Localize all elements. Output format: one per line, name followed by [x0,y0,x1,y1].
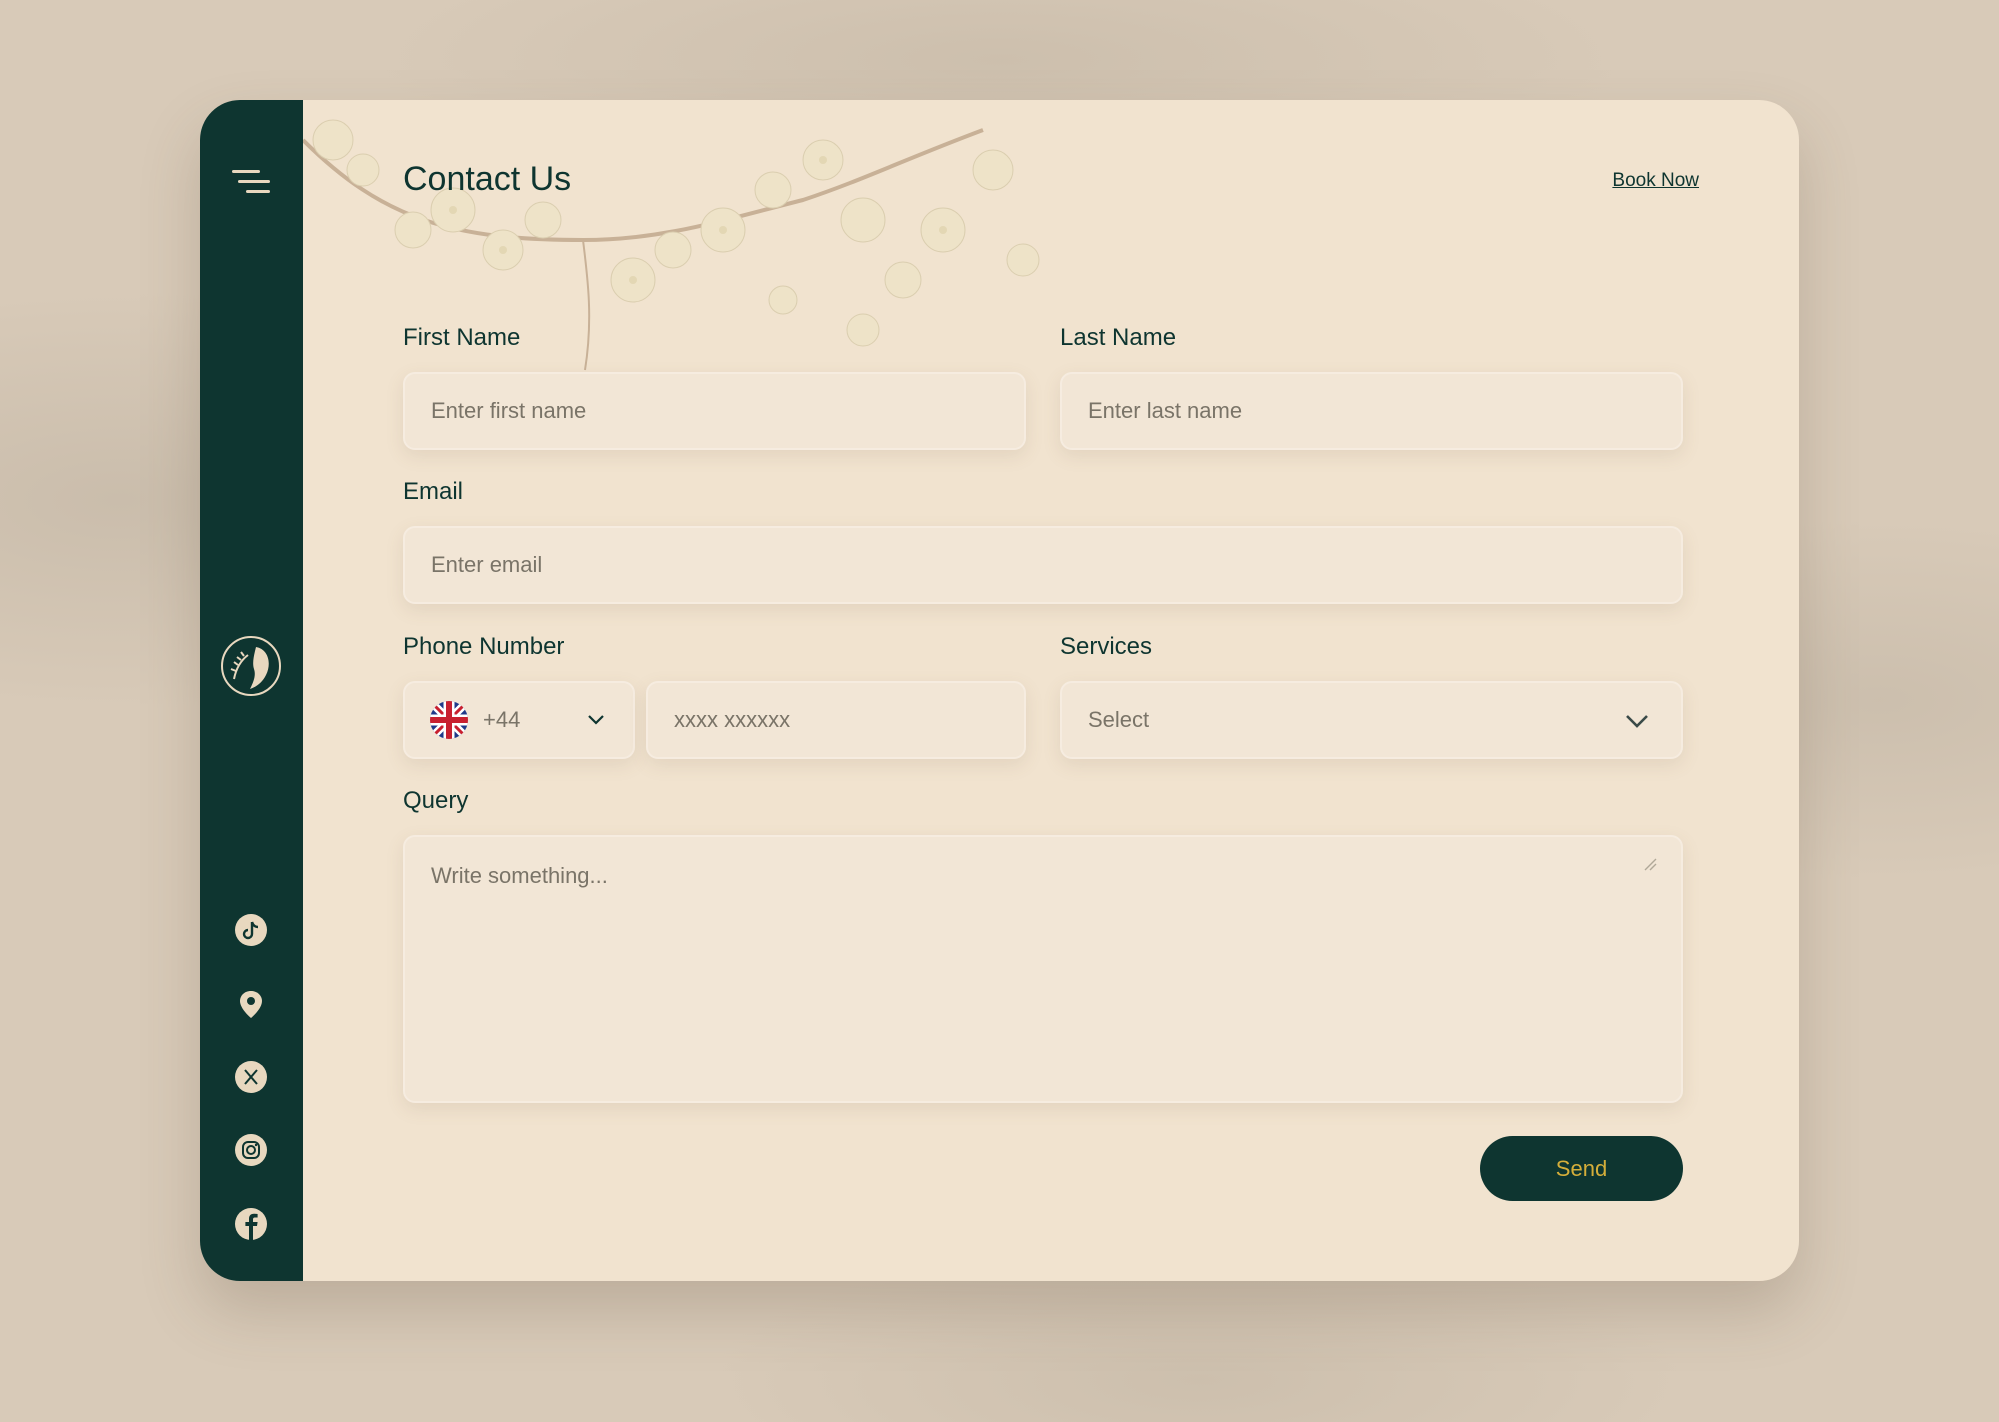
logo-icon [221,636,281,696]
query-placeholder: Write something... [431,863,608,888]
x-icon[interactable] [234,1060,268,1094]
chevron-down-icon [1626,715,1648,728]
last-name-placeholder: Enter last name [1088,398,1243,423]
location-icon[interactable] [234,987,268,1021]
email-placeholder: Enter email [431,552,543,577]
uk-flag-icon [430,701,468,739]
blossom-decoration [303,119,1040,371]
last-name-label: Last Name [1060,324,1177,351]
page-title: Contact Us [403,160,572,198]
last-name-field[interactable]: Enter last name [1060,372,1683,450]
services-selected: Select [1088,707,1150,732]
first-name-placeholder: Enter first name [431,398,587,423]
sidebar [200,100,303,1281]
email-label: Email [403,478,464,505]
phone-label: Phone Number [403,633,565,660]
phone-number-field[interactable]: xxxx xxxxxx [646,681,1026,759]
country-code-value: +44 [483,707,521,732]
services-select[interactable]: Select [1060,681,1683,759]
tiktok-icon[interactable] [234,913,268,947]
services-label: Services [1060,633,1153,660]
main-content: Contact Us Book Now First Name Enter fir… [303,100,1799,1281]
country-code-select[interactable]: +44 [403,681,635,759]
resize-handle-icon[interactable] [1641,855,1657,871]
email-field[interactable]: Enter email [403,526,1683,604]
instagram-icon[interactable] [234,1133,268,1167]
first-name-label: First Name [403,324,521,351]
send-button[interactable]: Send [1480,1136,1683,1201]
first-name-field[interactable]: Enter first name [403,372,1026,450]
query-textarea[interactable]: Write something... [403,835,1683,1103]
book-now-link[interactable]: Book Now [1612,170,1699,192]
query-label: Query [403,787,469,814]
phone-placeholder: xxxx xxxxxx [674,707,791,732]
contact-card: Contact Us Book Now First Name Enter fir… [200,100,1799,1281]
chevron-down-icon [588,715,604,725]
facebook-icon[interactable] [234,1207,268,1241]
menu-icon[interactable] [232,168,270,196]
